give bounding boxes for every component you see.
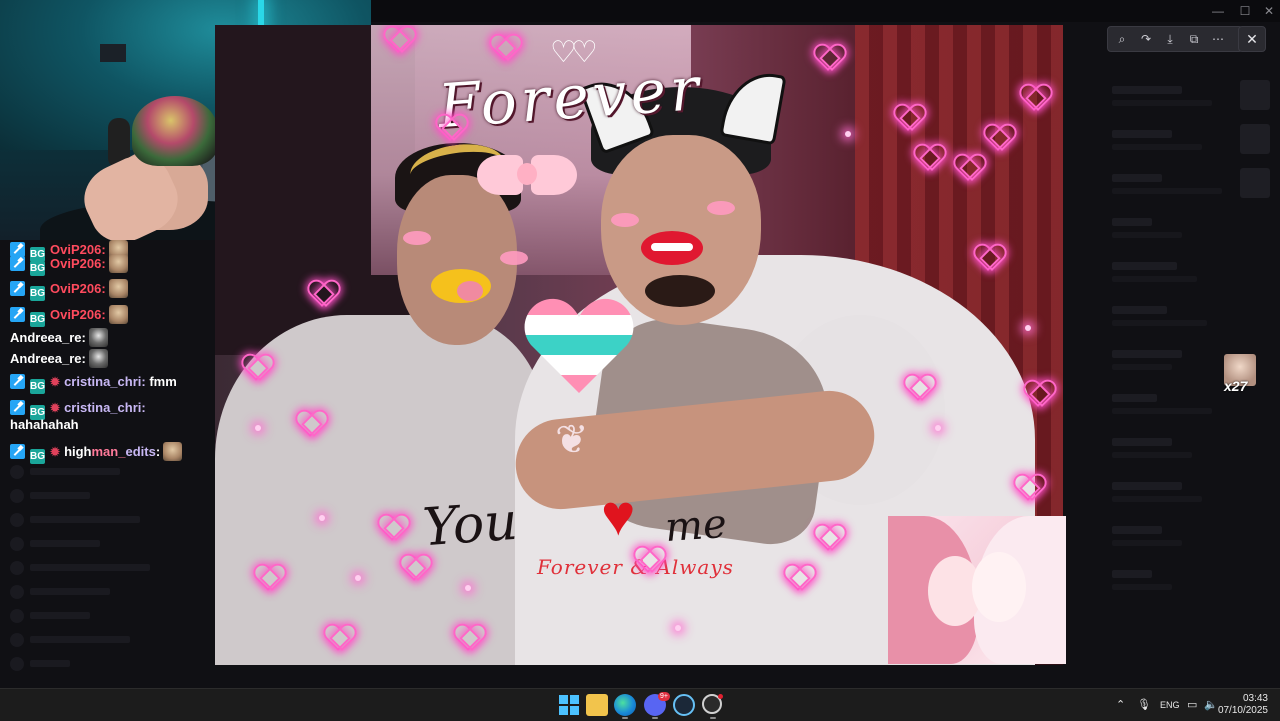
- more-icon[interactable]: ⋯: [1210, 31, 1226, 47]
- viewer-toolbar: ⌕ ↷ ⤓ ⧉ ⋯: [1107, 26, 1243, 52]
- chat-username: OviP206:: [50, 256, 106, 271]
- chat-message: BG OviP206:: [10, 254, 128, 276]
- chat-username: OviP206:: [50, 281, 106, 296]
- clock-date: 07/10/2025: [1217, 705, 1268, 716]
- steam-icon[interactable]: [673, 694, 695, 716]
- clock[interactable]: 03:43 07/10/2025: [1218, 693, 1268, 717]
- volume-icon[interactable]: 🔈: [1204, 698, 1218, 711]
- star-badge-icon: ✹: [50, 401, 61, 415]
- chat-message: Andreea_re:: [10, 349, 108, 368]
- emote-icon: [108, 279, 128, 298]
- emote-icon: [108, 254, 128, 273]
- background-left-list: [0, 460, 214, 676]
- close-window-button[interactable]: ✕: [1259, 3, 1279, 19]
- star-badge-icon: ✹: [50, 375, 61, 389]
- me-text: me: [663, 500, 729, 552]
- heart-icon: ♥: [601, 483, 636, 548]
- cat-ear-right-sticker: [719, 66, 787, 146]
- emote-icon: [108, 305, 128, 324]
- star-badge-icon: ✹: [50, 445, 61, 459]
- tray-chevron-icon[interactable]: ⌃: [1116, 698, 1125, 711]
- chat-text: fmm: [149, 374, 177, 389]
- microphone-icon[interactable]: 🎙: [1137, 698, 1151, 711]
- chat-username: Andreea_re:: [10, 351, 86, 366]
- viewer-close-button[interactable]: ✕: [1238, 26, 1266, 52]
- chat-message: BG ✹ cristina_chri: fmm: [10, 374, 177, 394]
- bow-sticker: [477, 143, 577, 223]
- hammer-badge-icon: [10, 256, 25, 271]
- emote-icon: [163, 442, 183, 461]
- emote-icon: [88, 328, 108, 347]
- hammer-badge-icon: [10, 374, 25, 389]
- bg-badge-icon: BG: [30, 312, 45, 327]
- chat-username: cristina_chri:: [64, 400, 146, 415]
- clock-time: 03:43: [1242, 693, 1268, 704]
- minimize-button[interactable]: —: [1208, 3, 1228, 19]
- taskbar: 9+ ⌃ 🎙 ENG ▭ 🔈 03:43 07/10/2025: [0, 688, 1280, 721]
- hammer-badge-icon: [10, 400, 25, 415]
- viewer-count-badge: x27: [1224, 354, 1258, 400]
- emote-icon: [88, 349, 108, 368]
- chat-message: BG ✹ highman_edits:: [10, 442, 183, 464]
- windows-start-icon[interactable]: [558, 694, 580, 716]
- edge-browser-icon[interactable]: [614, 694, 636, 716]
- recording-dot-icon: [718, 694, 723, 699]
- network-icon[interactable]: ▭: [1187, 698, 1197, 711]
- bg-badge-icon: BG: [30, 379, 45, 394]
- bg-badge-icon: BG: [30, 261, 45, 276]
- maximize-button[interactable]: ☐: [1235, 3, 1255, 19]
- chat-message: Andreea_re:: [10, 328, 108, 347]
- notification-badge: 9+: [658, 692, 670, 701]
- zoom-icon[interactable]: ⌕: [1114, 31, 1130, 47]
- butterfly-sticker: ❦: [555, 418, 589, 462]
- chat-message: BG OviP206:: [10, 279, 128, 301]
- chat-text: hahahahah: [10, 417, 79, 432]
- red-lips-sticker: [641, 231, 703, 265]
- rotate-icon[interactable]: ↷: [1138, 31, 1154, 47]
- background-list: [1100, 80, 1280, 608]
- download-icon[interactable]: ⤓: [1162, 31, 1178, 47]
- hammer-badge-icon: [10, 281, 25, 296]
- chat-message: BG OviP206:: [10, 305, 128, 327]
- hammer-badge-icon: [10, 307, 25, 322]
- language-indicator[interactable]: ENG: [1160, 700, 1180, 710]
- chat-username: cristina_chri:: [64, 374, 146, 389]
- chat-username: high: [64, 444, 92, 459]
- yellow-lips-sticker: [431, 269, 491, 303]
- chat-username: Andreea_re:: [10, 330, 86, 345]
- flag-heart-sticker: [523, 295, 635, 395]
- you-text: You: [421, 491, 520, 559]
- hammer-badge-icon: [10, 444, 25, 459]
- file-explorer-icon[interactable]: [586, 694, 608, 716]
- chat-username: OviP206:: [50, 307, 106, 322]
- open-external-icon[interactable]: ⧉: [1186, 31, 1202, 47]
- viewer-count: x27: [1224, 378, 1248, 394]
- bg-badge-icon: BG: [30, 449, 45, 464]
- bg-badge-icon: BG: [30, 286, 45, 301]
- anime-sticker: [888, 516, 1066, 664]
